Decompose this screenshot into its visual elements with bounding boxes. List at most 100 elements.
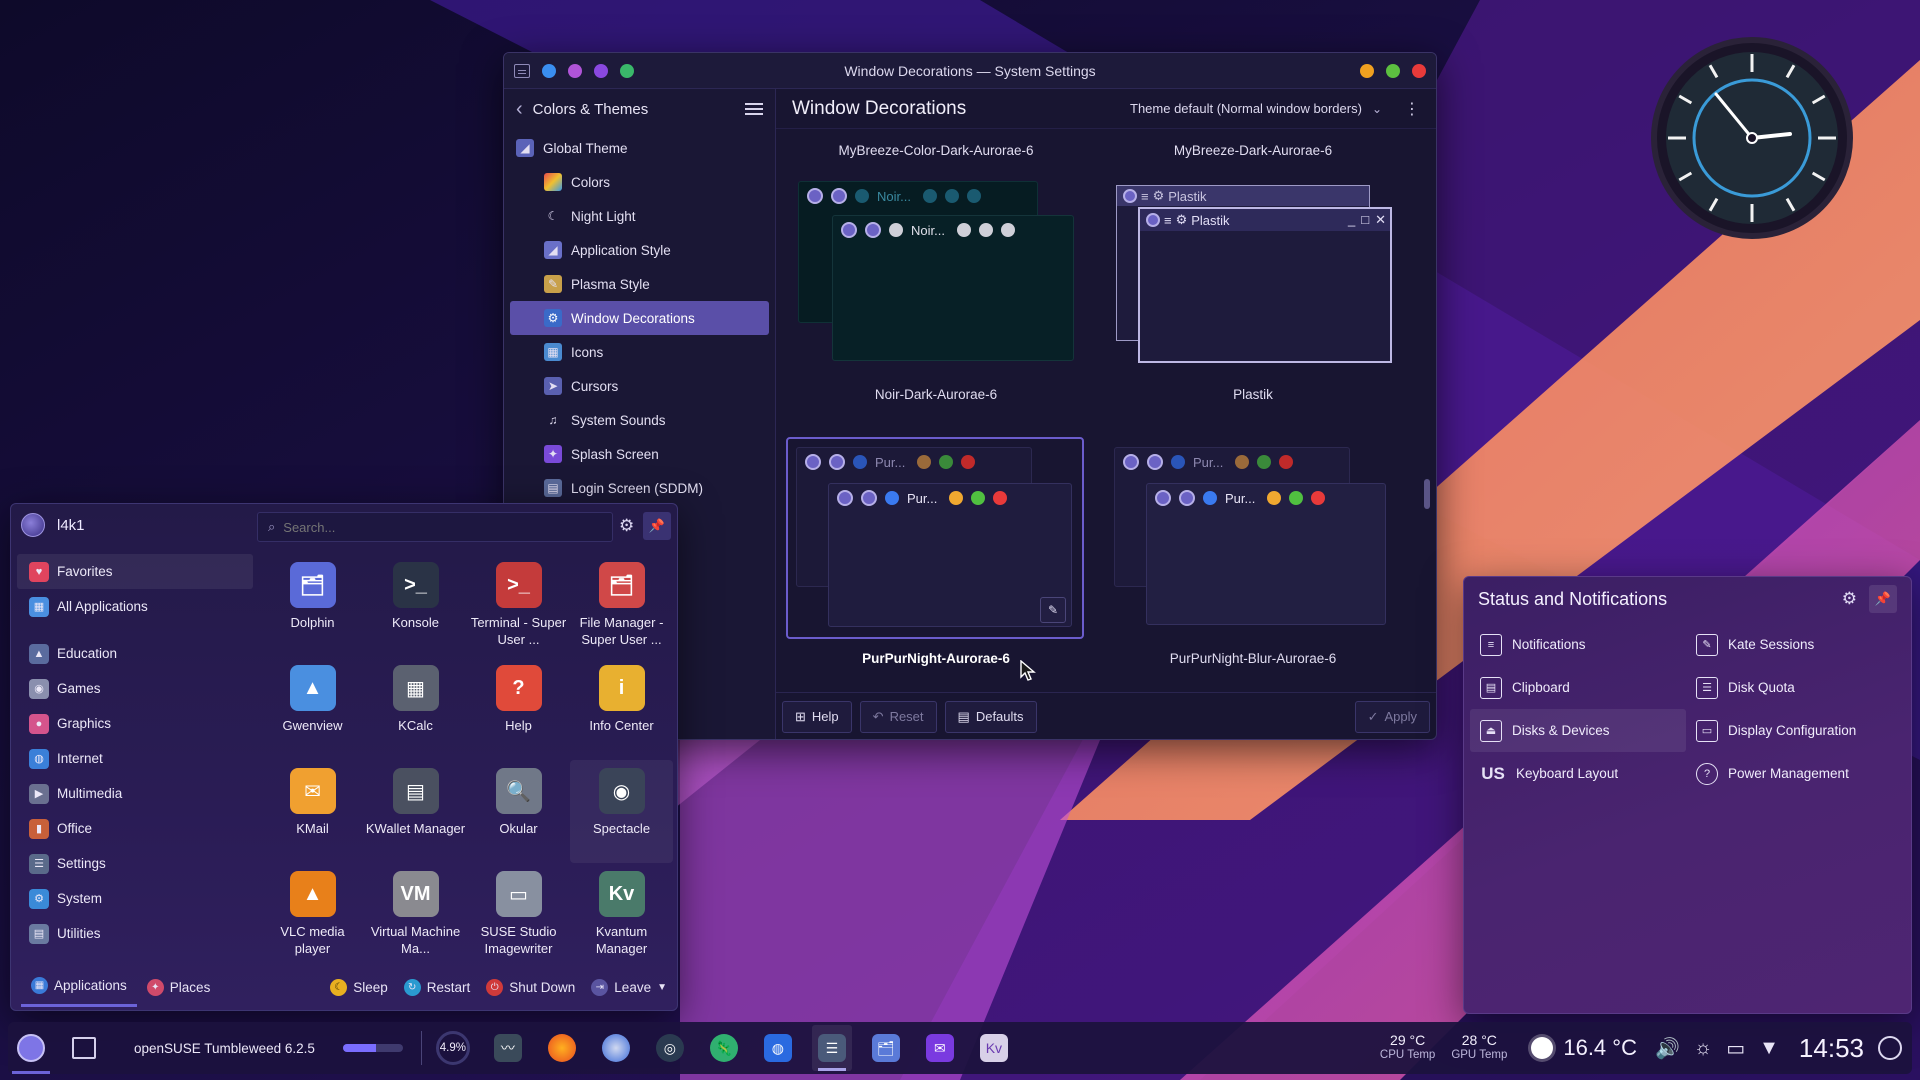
help-button[interactable]: ⊞ Help <box>782 700 852 733</box>
application-launcher-button[interactable] <box>8 1022 54 1074</box>
shutdown-button[interactable]: ⏻ Shut Down <box>486 978 575 996</box>
keep-below-button[interactable] <box>594 63 608 78</box>
sidebar-item-colors[interactable]: Colors <box>510 165 769 199</box>
category-system[interactable]: ⚙ System <box>17 881 253 916</box>
app-virtual-machine[interactable]: VM Virtual Machine Ma... <box>364 863 467 966</box>
tab-applications[interactable]: ▦ Applications <box>21 967 137 1007</box>
sidebar-item-system-sounds[interactable]: ♫ System Sounds <box>510 403 769 437</box>
cpu-usage-gauge[interactable]: 4.9% <box>435 1031 470 1065</box>
task-thunderbird[interactable] <box>596 1025 636 1071</box>
category-education[interactable]: ▲ Education <box>17 636 253 671</box>
maximize-button[interactable] <box>1386 63 1400 78</box>
configure-gear-icon[interactable]: ⚙ <box>1842 589 1857 609</box>
app-imagewriter[interactable]: ▭ SUSE Studio Imagewriter <box>467 863 570 966</box>
brightness-icon[interactable]: ☼ <box>1694 1037 1712 1060</box>
search-input[interactable] <box>283 519 584 535</box>
category-favorites[interactable]: ♥ Favorites <box>17 554 253 589</box>
app-document-viewer[interactable]: 🔍 Okular <box>467 760 570 863</box>
window-menu-icon[interactable] <box>514 63 530 78</box>
tray-item-clipboard[interactable]: ▤ Clipboard <box>1470 666 1686 709</box>
task-discover[interactable]: ◍ <box>758 1025 798 1071</box>
app-calculator[interactable]: ▦ KCalc <box>364 657 467 760</box>
peek-desktop-icon[interactable] <box>1878 1036 1902 1060</box>
configure-gear-icon[interactable]: ⚙ <box>619 516 634 536</box>
sidebar-item-window-decorations[interactable]: ⚙ Window Decorations <box>510 301 769 335</box>
sidebar-item-splash-screen[interactable]: ✦ Splash Screen <box>510 437 769 471</box>
scrollbar-thumb[interactable] <box>1424 479 1430 509</box>
shade-button[interactable] <box>620 63 634 78</box>
tray-item-disk-quota[interactable]: ☰ Disk Quota <box>1686 666 1902 709</box>
task-gecko[interactable]: 🦎 <box>704 1025 744 1071</box>
app-kvantum[interactable]: Kv Kvantum Manager <box>570 863 673 966</box>
app-info[interactable]: i Info Center <box>570 657 673 760</box>
decoration-label[interactable]: Plastik <box>1103 387 1403 402</box>
keep-above-button[interactable] <box>568 63 582 78</box>
hamburger-menu-icon[interactable] <box>745 103 763 115</box>
tray-expand-arrow-icon[interactable]: ▼ <box>1759 1037 1779 1060</box>
task-system-monitor[interactable]: 〰 <box>488 1025 528 1071</box>
sidebar-item-login-screen[interactable]: ▤ Login Screen (SDDM) <box>510 471 769 505</box>
tray-item-display[interactable]: ▭ Display Configuration <box>1686 709 1902 752</box>
decoration-label[interactable]: Noir-Dark-Aurorae-6 <box>786 387 1086 402</box>
app-folder[interactable]: 🗂 Dolphin <box>261 554 364 657</box>
avatar[interactable] <box>21 513 45 537</box>
cpu-temp-widget[interactable]: 29 °C CPU Temp <box>1380 1033 1435 1063</box>
tray-item-notifications[interactable]: ≡ Notifications <box>1470 623 1686 666</box>
app-terminal[interactable]: >_ Konsole <box>364 554 467 657</box>
task-steam[interactable]: ◎ <box>650 1025 690 1071</box>
leave-button[interactable]: ⇥ Leave ▼ <box>591 978 667 996</box>
category-multimedia[interactable]: ▶ Multimedia <box>17 776 253 811</box>
decoration-label[interactable]: PurPurNight-Aurorae-6 <box>786 651 1086 666</box>
pin-button[interactable]: 📌 <box>643 512 671 540</box>
category-settings[interactable]: ☰ Settings <box>17 846 253 881</box>
app-mail[interactable]: ✉ KMail <box>261 760 364 863</box>
tray-item-keyboard-layout[interactable]: US Keyboard Layout <box>1470 752 1686 795</box>
task-messenger[interactable]: ✉ <box>920 1025 960 1071</box>
more-options-icon[interactable]: ⋮ <box>1404 99 1420 119</box>
task-kvantum[interactable]: Kv <box>974 1025 1014 1071</box>
window-titlebar[interactable]: Window Decorations — System Settings <box>504 53 1436 89</box>
category-all-applications[interactable]: ▦ All Applications <box>17 589 253 624</box>
app-vlc[interactable]: ▲ VLC media player <box>261 863 364 966</box>
app-root-terminal[interactable]: >_ Terminal - Super User ... <box>467 554 570 657</box>
tray-item-power[interactable]: ? Power Management <box>1686 752 1902 795</box>
back-arrow-icon[interactable]: ‹ <box>516 98 523 121</box>
sidebar-item-icons[interactable]: ▦ Icons <box>510 335 769 369</box>
reset-button[interactable]: ↶ Reset <box>859 700 937 733</box>
minimize-button[interactable] <box>1360 63 1374 78</box>
status-notifications-popup[interactable]: Status and Notifications ⚙ 📌 ≡ Notificati… <box>1463 576 1912 1014</box>
task-dolphin[interactable]: 🗂 <box>866 1025 906 1071</box>
virtual-desktop-pager[interactable] <box>72 1037 96 1059</box>
defaults-button[interactable]: ▤ Defaults <box>944 700 1037 733</box>
sidebar-item-night-light[interactable]: ☾ Night Light <box>510 199 769 233</box>
category-games[interactable]: ◉ Games <box>17 671 253 706</box>
all-desktops-button[interactable] <box>542 63 556 78</box>
application-launcher[interactable]: l4k1 ⌕ ⚙ 📌 ♥Favorites ▦All Applications … <box>10 503 678 1011</box>
app-root-folder[interactable]: 🗂 File Manager - Super User ... <box>570 554 673 657</box>
app-help[interactable]: ? Help <box>467 657 570 760</box>
display-icon[interactable]: ▭ <box>1726 1036 1745 1061</box>
weather-widget[interactable]: 16.4 °C <box>1531 1035 1637 1061</box>
analog-clock-widget[interactable] <box>1650 36 1854 240</box>
tray-item-kate[interactable]: ✎ Kate Sessions <box>1686 623 1902 666</box>
edit-decoration-button[interactable]: ✎ <box>1040 597 1066 623</box>
pin-button[interactable]: 📌 <box>1869 585 1897 613</box>
sidebar-item-global-theme[interactable]: ◢ Global Theme <box>510 131 769 165</box>
tray-item-disks[interactable]: ⏏ Disks & Devices <box>1470 709 1686 752</box>
sidebar-item-plasma-style[interactable]: ✎ Plasma Style <box>510 267 769 301</box>
decoration-label[interactable]: MyBreeze-Color-Dark-Aurorae-6 <box>786 143 1086 158</box>
sleep-button[interactable]: ☾ Sleep <box>330 978 388 996</box>
task-system-settings[interactable]: ☰ <box>811 1025 852 1071</box>
category-internet[interactable]: ◍ Internet <box>17 741 253 776</box>
decoration-label[interactable]: MyBreeze-Dark-Aurorae-6 <box>1103 143 1403 158</box>
app-screenshot[interactable]: ◉ Spectacle <box>570 760 673 863</box>
task-firefox[interactable] <box>542 1025 582 1071</box>
launcher-search-box[interactable]: ⌕ <box>257 512 613 542</box>
apply-button[interactable]: ✓ Apply <box>1354 700 1430 733</box>
category-office[interactable]: ▮ Office <box>17 811 253 846</box>
volume-icon[interactable]: 🔊 <box>1655 1036 1680 1061</box>
app-image-viewer[interactable]: ▲ Gwenview <box>261 657 364 760</box>
decoration-label[interactable]: PurPurNight-Blur-Aurorae-6 <box>1103 651 1403 666</box>
app-wallet[interactable]: ▤ KWallet Manager <box>364 760 467 863</box>
digital-clock[interactable]: 14:53 <box>1799 1033 1864 1064</box>
